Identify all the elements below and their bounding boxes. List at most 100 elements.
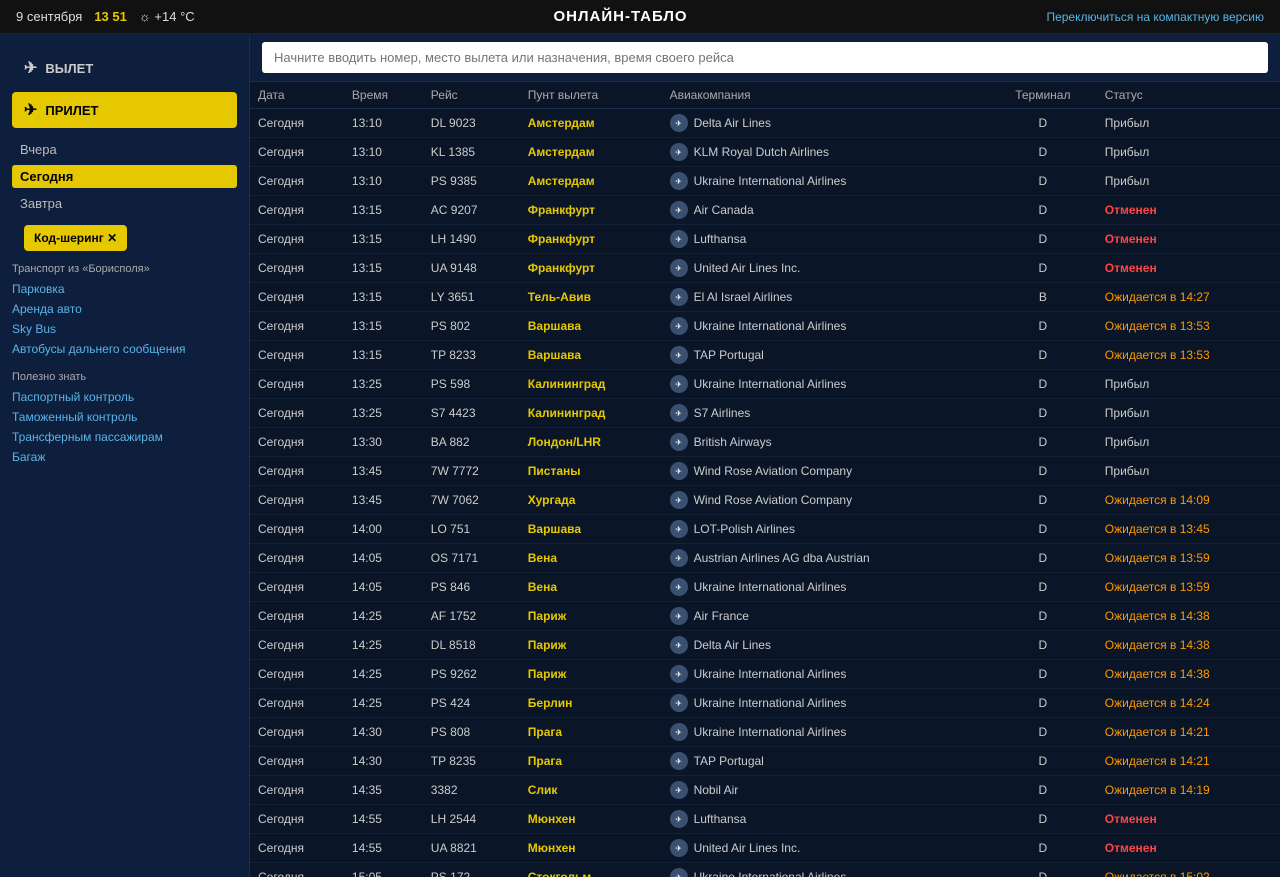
table-row[interactable]: Сегодня 14:55 LH 2544 Мюнхен ✈ Lufthansa… xyxy=(250,805,1280,834)
codeshare-button[interactable]: Код-шеринг ✕ xyxy=(24,225,127,251)
cell-airline: ✈ Austrian Airlines AG dba Austrian xyxy=(662,544,989,573)
table-row[interactable]: Сегодня 14:05 OS 7171 Вена ✈ Austrian Ai… xyxy=(250,544,1280,573)
table-row[interactable]: Сегодня 13:30 BA 882 Лондон/LHR ✈ Britis… xyxy=(250,428,1280,457)
table-row[interactable]: Сегодня 14:25 AF 1752 Париж ✈ Air France… xyxy=(250,602,1280,631)
cell-status: Ожидается в 14:21 xyxy=(1097,747,1280,776)
cell-flight: LH 1490 xyxy=(423,225,520,254)
table-row[interactable]: Сегодня 13:25 S7 4423 Калининград ✈ S7 A… xyxy=(250,399,1280,428)
topbar: 9 сентября 13 51 ☼ +14 °С ОНЛАЙН-ТАБЛО П… xyxy=(0,0,1280,34)
info-section-label: Полезно знать xyxy=(12,371,237,383)
cell-airline: ✈ TAP Portugal xyxy=(662,341,989,370)
cell-date: Сегодня xyxy=(250,254,344,283)
cell-airline: ✈ Ukraine International Airlines xyxy=(662,312,989,341)
cell-flight: PS 9262 xyxy=(423,660,520,689)
topbar-left: 9 сентября 13 51 ☼ +14 °С xyxy=(16,9,195,24)
sidebar-link-baggage[interactable]: Багаж xyxy=(0,447,249,467)
cell-time: 13:25 xyxy=(344,370,423,399)
cell-terminal: D xyxy=(989,747,1097,776)
table-row[interactable]: Сегодня 14:00 LO 751 Варшава ✈ LOT-Polis… xyxy=(250,515,1280,544)
cell-time: 13:45 xyxy=(344,457,423,486)
cell-flight: PS 846 xyxy=(423,573,520,602)
cell-dest: Берлин xyxy=(520,689,662,718)
cell-date: Сегодня xyxy=(250,196,344,225)
day-tomorrow[interactable]: Завтра xyxy=(12,192,237,215)
airline-logo-icon: ✈ xyxy=(670,694,688,712)
table-row[interactable]: Сегодня 14:05 PS 846 Вена ✈ Ukraine Inte… xyxy=(250,573,1280,602)
airline-logo-icon: ✈ xyxy=(670,868,688,877)
cell-terminal: D xyxy=(989,544,1097,573)
cell-flight: UA 8821 xyxy=(423,834,520,863)
cell-dest: Франкфурт xyxy=(520,196,662,225)
table-header-row: Дата Время Рейс Пунт вылета Авиакомпания… xyxy=(250,82,1280,109)
search-input[interactable] xyxy=(262,42,1268,73)
table-row[interactable]: Сегодня 13:10 PS 9385 Амстердам ✈ Ukrain… xyxy=(250,167,1280,196)
cell-terminal: D xyxy=(989,138,1097,167)
cell-time: 14:55 xyxy=(344,805,423,834)
cell-airline: ✈ Ukraine International Airlines xyxy=(662,718,989,747)
table-row[interactable]: Сегодня 13:15 LH 1490 Франкфурт ✈ Luftha… xyxy=(250,225,1280,254)
cell-date: Сегодня xyxy=(250,689,344,718)
table-row[interactable]: Сегодня 15:05 PS 172 Стокгольм ✈ Ukraine… xyxy=(250,863,1280,877)
airline-name: Ukraine International Airlines xyxy=(694,174,847,188)
departure-button[interactable]: ✈ ВЫЛЕТ xyxy=(12,50,237,86)
table-row[interactable]: Сегодня 13:15 UA 9148 Франкфурт ✈ United… xyxy=(250,254,1280,283)
table-row[interactable]: Сегодня 14:30 PS 808 Прага ✈ Ukraine Int… xyxy=(250,718,1280,747)
airline-logo-icon: ✈ xyxy=(670,172,688,190)
table-row[interactable]: Сегодня 13:25 PS 598 Калининград ✈ Ukrai… xyxy=(250,370,1280,399)
cell-terminal: D xyxy=(989,660,1097,689)
airline-logo-icon: ✈ xyxy=(670,723,688,741)
compact-view-link[interactable]: Переключиться на компактную версию xyxy=(1046,10,1264,24)
table-row[interactable]: Сегодня 13:15 AC 9207 Франкфурт ✈ Air Ca… xyxy=(250,196,1280,225)
table-row[interactable]: Сегодня 13:45 7W 7772 Пистаны ✈ Wind Ros… xyxy=(250,457,1280,486)
day-today[interactable]: Сегодня xyxy=(12,165,237,188)
airline-logo-icon: ✈ xyxy=(670,433,688,451)
col-date: Дата xyxy=(250,82,344,109)
airline-name: TAP Portugal xyxy=(694,754,764,768)
airline-logo-icon: ✈ xyxy=(670,752,688,770)
cell-flight: TP 8233 xyxy=(423,341,520,370)
cell-dest: Мюнхен xyxy=(520,834,662,863)
plane-arrival-icon: ✈ xyxy=(24,100,37,120)
table-row[interactable]: Сегодня 13:15 TP 8233 Варшава ✈ TAP Port… xyxy=(250,341,1280,370)
table-row[interactable]: Сегодня 13:10 KL 1385 Амстердам ✈ KLM Ro… xyxy=(250,138,1280,167)
cell-terminal: D xyxy=(989,689,1097,718)
table-row[interactable]: Сегодня 13:15 LY 3651 Тель-Авив ✈ El Al … xyxy=(250,283,1280,312)
cell-flight: LH 2544 xyxy=(423,805,520,834)
table-row[interactable]: Сегодня 13:10 DL 9023 Амстердам ✈ Delta … xyxy=(250,109,1280,138)
sidebar-link-customs[interactable]: Таможенный контроль xyxy=(0,407,249,427)
col-status: Статус xyxy=(1097,82,1280,109)
sidebar-link-longdist[interactable]: Автобусы дальнего сообщения xyxy=(0,339,249,359)
flights-table-container[interactable]: Дата Время Рейс Пунт вылета Авиакомпания… xyxy=(250,82,1280,877)
cell-terminal: D xyxy=(989,486,1097,515)
cell-date: Сегодня xyxy=(250,167,344,196)
sidebar-link-rental[interactable]: Аренда авто xyxy=(0,299,249,319)
table-row[interactable]: Сегодня 13:45 7W 7062 Хургада ✈ Wind Ros… xyxy=(250,486,1280,515)
airline-name: United Air Lines Inc. xyxy=(694,841,801,855)
sidebar-link-skybus[interactable]: Sky Bus xyxy=(0,319,249,339)
airline-name: British Airways xyxy=(694,435,772,449)
sidebar-link-transfer[interactable]: Трансферным пассажирам xyxy=(0,427,249,447)
table-row[interactable]: Сегодня 14:55 UA 8821 Мюнхен ✈ United Ai… xyxy=(250,834,1280,863)
table-row[interactable]: Сегодня 14:25 PS 424 Берлин ✈ Ukraine In… xyxy=(250,689,1280,718)
cell-status: Отменен xyxy=(1097,805,1280,834)
cell-airline: ✈ Delta Air Lines xyxy=(662,631,989,660)
table-row[interactable]: Сегодня 14:30 TP 8235 Прага ✈ TAP Portug… xyxy=(250,747,1280,776)
cell-terminal: D xyxy=(989,573,1097,602)
cell-time: 14:30 xyxy=(344,718,423,747)
day-yesterday[interactable]: Вчера xyxy=(12,138,237,161)
cell-airline: ✈ KLM Royal Dutch Airlines xyxy=(662,138,989,167)
arrival-button[interactable]: ✈ ПРИЛЕТ xyxy=(12,92,237,128)
table-row[interactable]: Сегодня 13:15 PS 802 Варшава ✈ Ukraine I… xyxy=(250,312,1280,341)
topbar-right[interactable]: Переключиться на компактную версию xyxy=(1046,9,1264,24)
table-row[interactable]: Сегодня 14:25 PS 9262 Париж ✈ Ukraine In… xyxy=(250,660,1280,689)
airline-name: Ukraine International Airlines xyxy=(694,319,847,333)
cell-terminal: D xyxy=(989,399,1097,428)
cell-dest: Пистаны xyxy=(520,457,662,486)
airline-name: Air Canada xyxy=(694,203,754,217)
cell-date: Сегодня xyxy=(250,602,344,631)
table-row[interactable]: Сегодня 14:35 3382 Слик ✈ Nobil Air D Ож… xyxy=(250,776,1280,805)
cell-status: Ожидается в 14:38 xyxy=(1097,660,1280,689)
sidebar-link-parking[interactable]: Парковка xyxy=(0,279,249,299)
table-row[interactable]: Сегодня 14:25 DL 8518 Париж ✈ Delta Air … xyxy=(250,631,1280,660)
sidebar-link-passport[interactable]: Паспортный контроль xyxy=(0,387,249,407)
